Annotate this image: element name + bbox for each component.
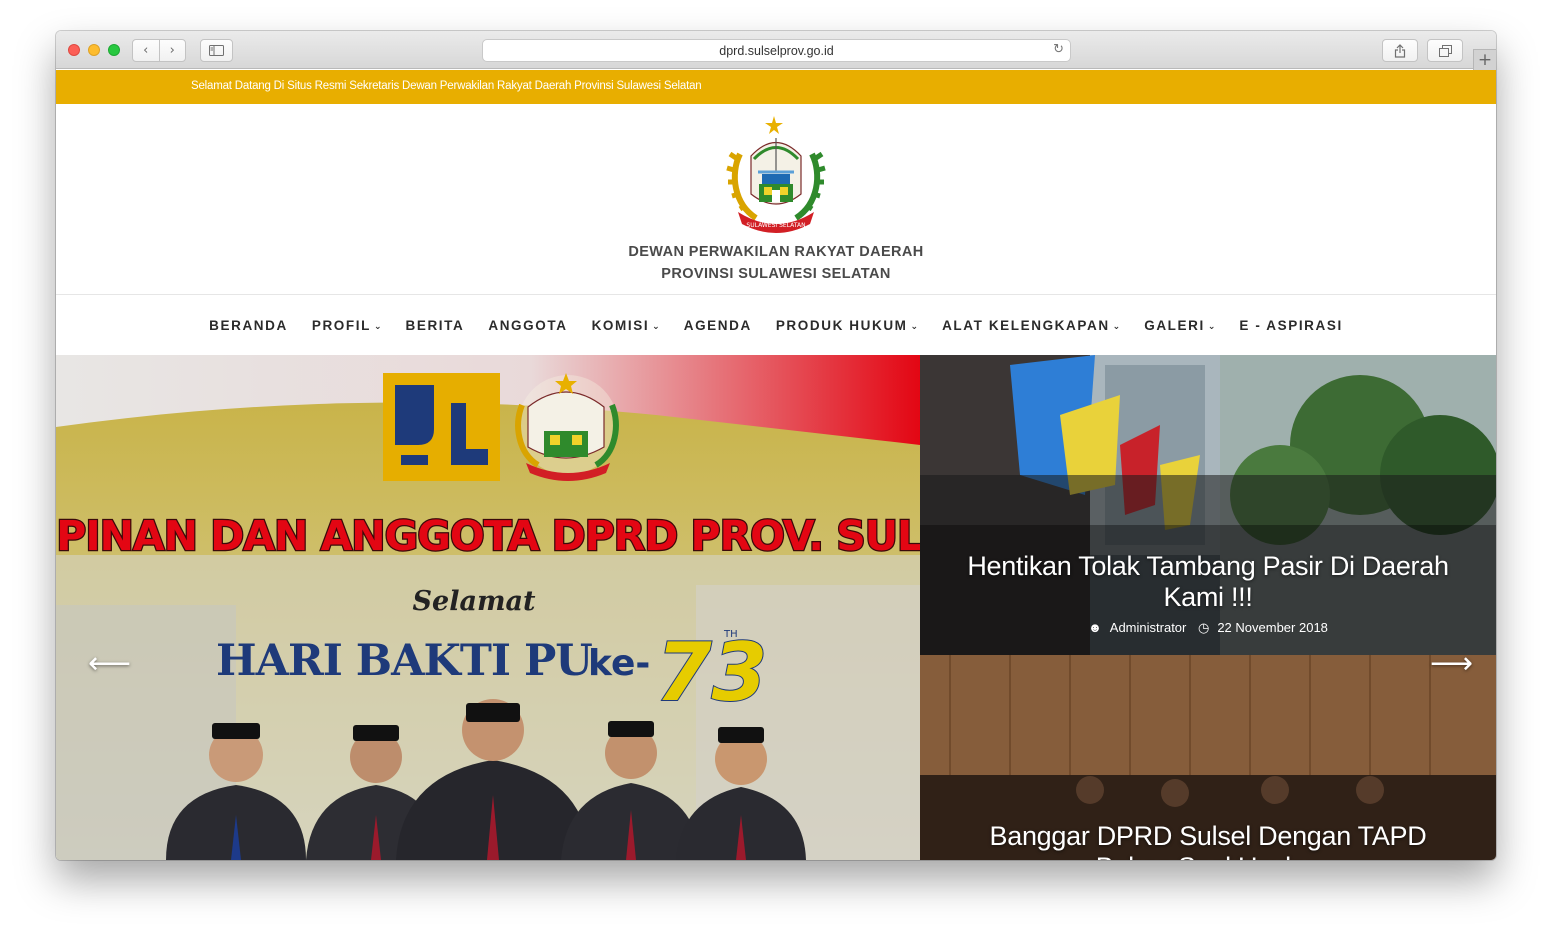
- post-2-title[interactable]: Banggar DPRD Sulsel Dengan TAPD Bahas So…: [960, 821, 1456, 860]
- banner-th: TH: [723, 629, 738, 640]
- post-1-meta: ☻ Administrator ◷ 22 November 2018: [920, 620, 1496, 636]
- chevron-down-icon: ⌄: [652, 322, 660, 332]
- banner-anniversary-number: 73: [656, 626, 767, 719]
- nav-galeri[interactable]: GALERI ⌄: [1144, 318, 1215, 333]
- welcome-text: Selamat Datang Di Situs Resmi Sekretaris…: [191, 80, 702, 92]
- nav-produk-hukum[interactable]: PRODUK HUKUM ⌄: [776, 318, 918, 333]
- chevron-right-icon[interactable]: ›: [160, 43, 186, 58]
- main-navigation: BERANDA PROFIL ⌄ BERITA ANGGOTA KOMISI ⌄ A…: [56, 296, 1496, 355]
- arrow-right-icon[interactable]: ⟶: [1430, 646, 1473, 681]
- province-emblem-logo[interactable]: SULAWESI SELATAN: [726, 114, 826, 234]
- site-title-line1[interactable]: DEWAN PERWAKILAN RAKYAT DAERAH: [56, 244, 1496, 260]
- banner-event-ke: ke-: [588, 643, 650, 684]
- chevron-down-icon: ⌄: [910, 322, 919, 332]
- nav-agenda[interactable]: AGENDA: [684, 318, 752, 333]
- banner-image: PIMPINAN DAN ANGGOTA DPRD PROV. SULSEL S…: [56, 355, 920, 860]
- emblem-ribbon-text: SULAWESI SELATAN: [746, 222, 805, 229]
- share-button[interactable]: [1382, 39, 1418, 62]
- banner-event-name: HARI BAKTI PU: [216, 636, 592, 686]
- user-icon: ☻: [1088, 620, 1102, 635]
- banner-headline: PIMPINAN DAN ANGGOTA DPRD PROV. SULSEL: [56, 512, 920, 560]
- tabs-icon: [1438, 44, 1452, 57]
- chevron-down-icon: ⌄: [1112, 322, 1121, 332]
- featured-banner[interactable]: PIMPINAN DAN ANGGOTA DPRD PROV. SULSEL S…: [56, 355, 920, 860]
- nav-anggota[interactable]: ANGGOTA: [488, 318, 567, 333]
- post-1-author[interactable]: Administrator: [1110, 620, 1187, 635]
- sidebar-icon: [209, 45, 224, 56]
- show-tabs-button[interactable]: [1427, 39, 1463, 62]
- clock-icon: ◷: [1197, 620, 1210, 635]
- nav-alat-kelengkapan[interactable]: ALAT KELENGKAPAN ⌄: [942, 318, 1120, 333]
- sidebar-toggle-button[interactable]: [200, 39, 233, 62]
- nav-komisi[interactable]: KOMISI ⌄: [592, 318, 660, 333]
- new-tab-button[interactable]: +: [1473, 49, 1496, 71]
- post-1-title[interactable]: Hentikan Tolak Tambang Pasir Di Daerah K…: [960, 551, 1456, 613]
- post-card-2[interactable]: Banggar DPRD Sulsel Dengan TAPD Bahas So…: [920, 655, 1496, 860]
- address-bar[interactable]: dprd.sulselprov.go.id ↻: [482, 39, 1071, 62]
- chevron-left-icon[interactable]: ‹: [133, 43, 159, 58]
- reload-icon[interactable]: ↻: [1053, 42, 1064, 57]
- nav-e-aspirasi[interactable]: E - ASPIRASI: [1239, 318, 1342, 333]
- chevron-down-icon: ⌄: [373, 322, 382, 332]
- post-card-1[interactable]: Hentikan Tolak Tambang Pasir Di Daerah K…: [920, 355, 1496, 655]
- minimize-window-button[interactable]: [88, 44, 100, 56]
- nav-berita[interactable]: BERITA: [406, 318, 465, 333]
- chevron-down-icon: ⌄: [1207, 322, 1216, 332]
- post-1-date: 22 November 2018: [1217, 620, 1328, 635]
- share-icon: [1394, 43, 1406, 58]
- nav-profil[interactable]: PROFIL ⌄: [312, 318, 382, 333]
- site-title-line2[interactable]: PROVINSI SULAWESI SELATAN: [56, 266, 1496, 282]
- back-forward-buttons: ‹ ›: [132, 39, 186, 62]
- site-header: SULAWESI SELATAN DEWAN PERWAKILAN RAKYAT…: [56, 104, 1496, 295]
- arrow-left-icon[interactable]: ⟵: [88, 646, 131, 681]
- browser-window: ‹ › dprd.sulselprov.go.id ↻ + Selamat Da…: [56, 31, 1496, 860]
- banner-greeting: Selamat: [413, 586, 536, 617]
- browser-titlebar: ‹ › dprd.sulselprov.go.id ↻ +: [56, 31, 1496, 71]
- url-text: dprd.sulselprov.go.id: [719, 43, 834, 58]
- close-window-button[interactable]: [68, 44, 80, 56]
- welcome-bar: Selamat Datang Di Situs Resmi Sekretaris…: [56, 70, 1496, 104]
- nav-beranda[interactable]: BERANDA: [209, 318, 288, 333]
- zoom-window-button[interactable]: [108, 44, 120, 56]
